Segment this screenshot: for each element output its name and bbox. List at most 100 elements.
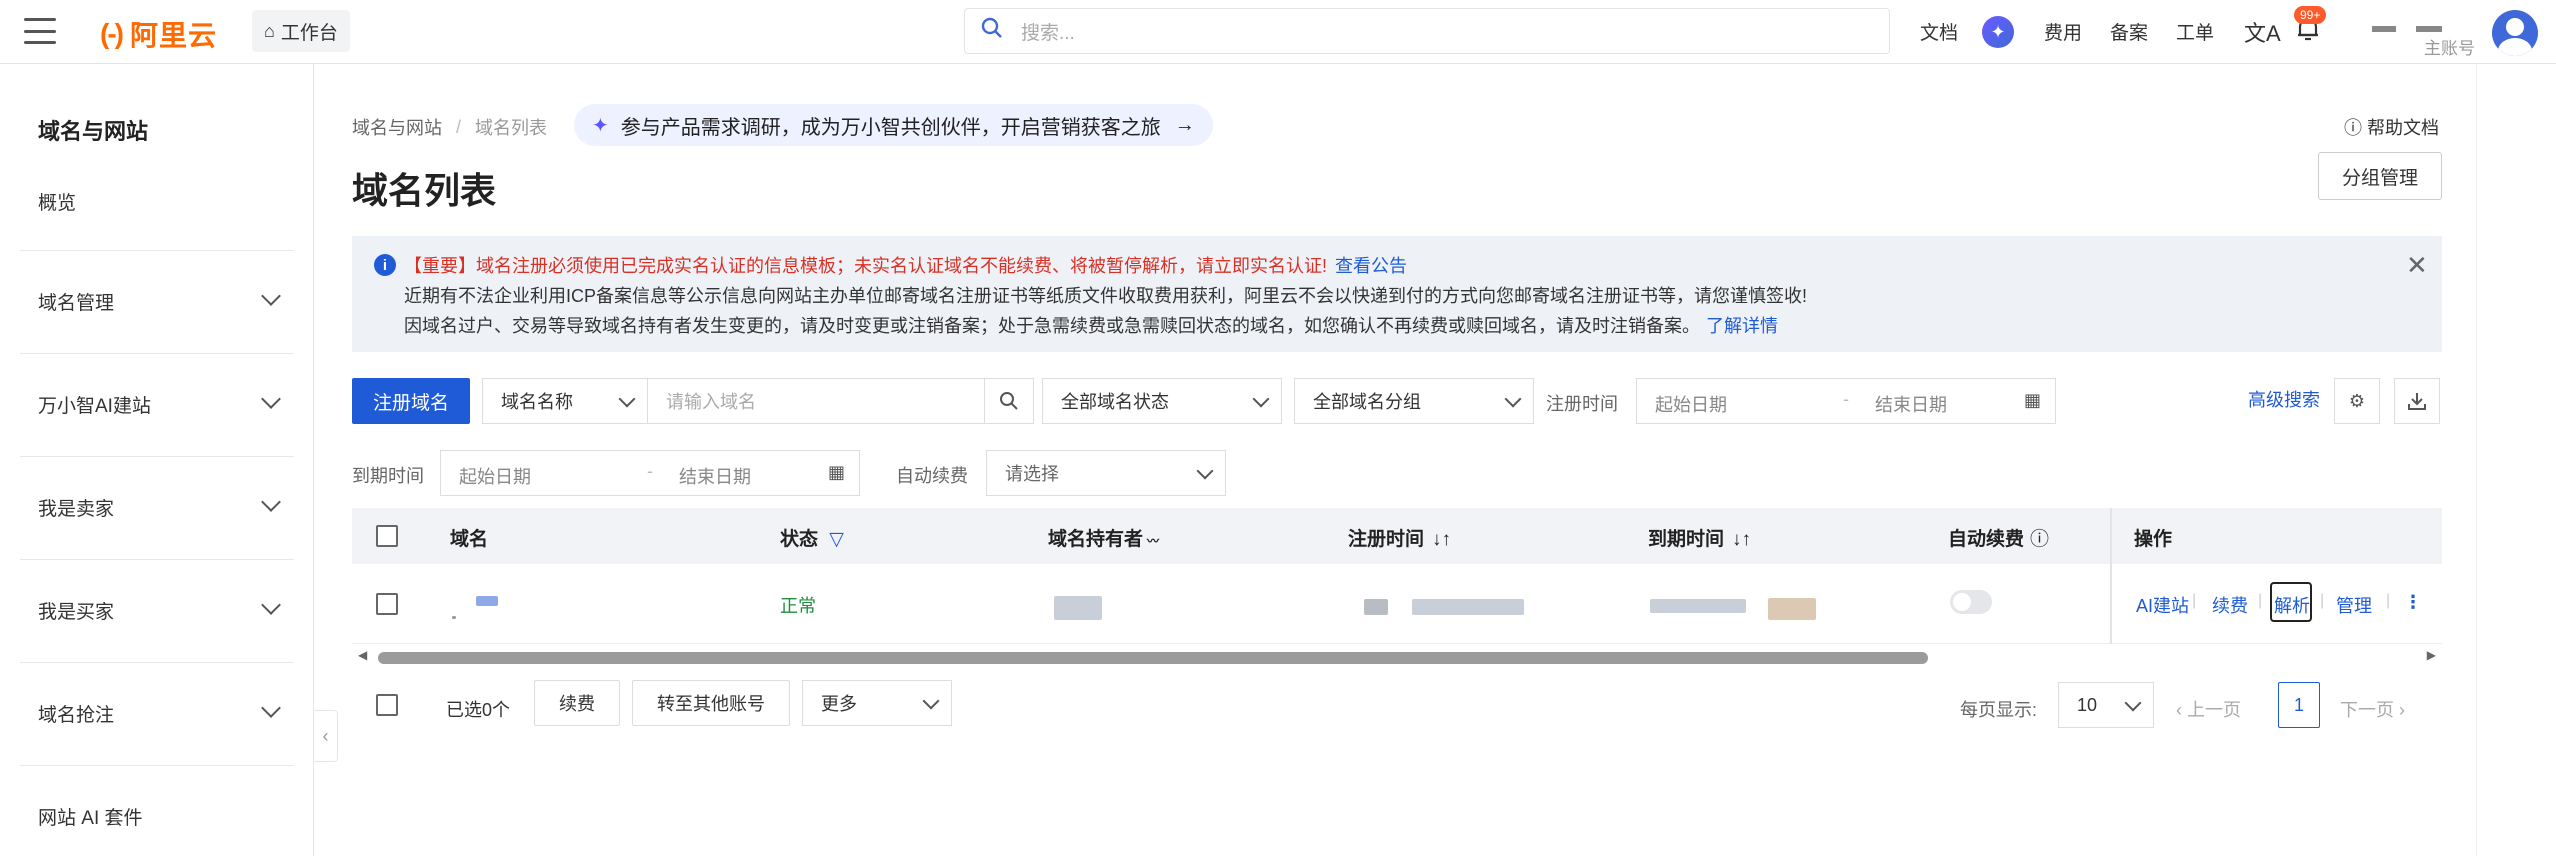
sidebar: 域名与网站 概览 域名管理 万小智AI建站 我是卖家 我是买家 域名抢注 网站 … bbox=[0, 64, 314, 856]
advanced-search-link[interactable]: 高级搜索 bbox=[2248, 386, 2320, 412]
promo-banner[interactable]: ✦ 参与产品需求调研，成为万小智共创伙伴，开启营销获客之旅 → bbox=[574, 104, 1213, 146]
search-field-select[interactable]: 域名名称 bbox=[482, 378, 648, 424]
redacted-domain[interactable] bbox=[476, 596, 498, 606]
chevron-down-icon bbox=[1504, 390, 1522, 408]
redacted-holder bbox=[1054, 596, 1102, 620]
sort-icon[interactable]: ↓↑ bbox=[1432, 529, 1451, 550]
sort-icon[interactable]: ↓↑ bbox=[1732, 529, 1751, 550]
aliyun-logo[interactable]: (-) 阿里云 bbox=[100, 14, 217, 54]
sidebar-item-label: 我是买家 bbox=[38, 602, 115, 623]
dns-resolve-link[interactable]: 解析 bbox=[2274, 592, 2310, 618]
notice-important: 【重要】域名注册必须使用已完成实名认证的信息模板；未实名认证域名不能续费、将被暂… bbox=[404, 252, 1407, 278]
ai-assistant-icon[interactable]: ✦ bbox=[1982, 16, 2014, 48]
ai-site-link[interactable]: AI建站 bbox=[2136, 592, 2189, 618]
nav-billing[interactable]: 费用 bbox=[2044, 18, 2082, 45]
auto-renew-label: 自动续费 bbox=[896, 466, 968, 486]
column-status-label: 状态 bbox=[780, 529, 819, 550]
select-all-checkbox[interactable] bbox=[376, 525, 398, 547]
redacted-bar bbox=[2416, 26, 2442, 32]
action-separator: | bbox=[2192, 592, 2197, 609]
redacted-bar bbox=[2372, 26, 2396, 32]
chevron-down-icon bbox=[261, 698, 281, 718]
group-manage-button[interactable]: 分组管理 bbox=[2318, 152, 2442, 200]
auto-renew-toggle[interactable] bbox=[1950, 590, 1992, 614]
status-select[interactable]: 全部域名状态 bbox=[1042, 378, 1282, 424]
sidebar-item-label: 域名管理 bbox=[38, 293, 115, 314]
workbench-button[interactable]: ⌂ 工作台 bbox=[252, 10, 350, 52]
download-icon[interactable] bbox=[2394, 378, 2440, 424]
manage-link[interactable]: 管理 bbox=[2336, 592, 2372, 618]
search-field-value: 域名名称 bbox=[501, 392, 573, 412]
page-number-current[interactable]: 1 bbox=[2278, 682, 2320, 728]
language-icon[interactable]: 文A bbox=[2244, 16, 2281, 48]
footer-select-all-checkbox[interactable] bbox=[376, 694, 398, 716]
sidebar-item-buyer[interactable]: 我是买家 bbox=[20, 559, 294, 661]
domain-search-input[interactable]: 请输入域名 bbox=[647, 378, 985, 424]
sidebar-item-ai-suite[interactable]: 网站 AI 套件 bbox=[20, 765, 294, 856]
scroll-right-icon[interactable]: ▶ bbox=[2427, 648, 2436, 662]
sidebar-item-domain-manage[interactable]: 域名管理 bbox=[20, 250, 294, 352]
column-auto-renew: 自动续费 ⓘ bbox=[1948, 524, 2049, 551]
menu-icon[interactable] bbox=[24, 18, 56, 44]
search-placeholder: 搜索... bbox=[1021, 22, 1075, 44]
close-icon[interactable]: ✕ bbox=[2406, 250, 2428, 281]
chevron-down-icon bbox=[618, 390, 636, 408]
per-page-select[interactable]: 10 bbox=[2058, 682, 2154, 728]
sidebar-item-ai-site[interactable]: 万小智AI建站 bbox=[20, 353, 294, 455]
avatar[interactable] bbox=[2492, 10, 2538, 56]
nav-docs[interactable]: 文档 bbox=[1920, 18, 1958, 45]
action-separator: | bbox=[2258, 592, 2263, 609]
filter-icon[interactable]: ▽ bbox=[829, 529, 844, 550]
scroll-left-icon[interactable]: ◀ bbox=[358, 648, 367, 662]
prev-page-button[interactable]: ‹ 上一页 bbox=[2176, 696, 2241, 722]
sidebar-collapse-handle[interactable]: ‹ bbox=[314, 710, 338, 762]
next-page-button[interactable]: 下一页 › bbox=[2340, 696, 2405, 722]
help-doc-link[interactable]: ⓘ 帮助文档 bbox=[2344, 114, 2439, 140]
top-bar: (-) 阿里云 ⌂ 工作台 搜索... 文档 ✦ 费用 备案 工单 文A 99+… bbox=[0, 0, 2556, 64]
breadcrumb: 域名与网站 / 域名列表 bbox=[352, 114, 547, 140]
notice-details-link[interactable]: 了解详情 bbox=[1706, 316, 1778, 336]
breadcrumb-link[interactable]: 域名与网站 bbox=[352, 114, 442, 140]
sidebar-item-backorder[interactable]: 域名抢注 bbox=[20, 662, 294, 764]
reg-date-range[interactable]: 起始日期 - 结束日期 ▦ bbox=[1636, 378, 2056, 424]
chevron-down-icon bbox=[922, 692, 940, 710]
group-select[interactable]: 全部域名分组 bbox=[1294, 378, 1534, 424]
scrollbar-thumb[interactable] bbox=[378, 652, 1928, 664]
sidebar-item-label: 我是卖家 bbox=[38, 499, 115, 520]
notice-announcement-link[interactable]: 查看公告 bbox=[1335, 256, 1407, 276]
row-checkbox[interactable] bbox=[376, 593, 398, 615]
nav-tickets[interactable]: 工单 bbox=[2176, 18, 2214, 45]
renew-link[interactable]: 续费 bbox=[2212, 592, 2248, 618]
sidebar-item-label: 域名抢注 bbox=[38, 705, 115, 726]
brand-name: 阿里云 bbox=[129, 20, 217, 51]
action-separator: | bbox=[2386, 592, 2391, 609]
settings-icon[interactable]: ⚙ bbox=[2334, 378, 2380, 424]
register-domain-button[interactable]: 注册域名 bbox=[352, 378, 470, 424]
action-separator: | bbox=[2320, 592, 2325, 609]
more-select[interactable]: 更多 bbox=[802, 680, 952, 726]
horizontal-scrollbar[interactable]: ◀ ▶ bbox=[352, 646, 2442, 668]
column-expire-time-label: 到期时间 bbox=[1648, 529, 1725, 550]
column-expire-time[interactable]: 到期时间 ↓↑ bbox=[1648, 524, 1751, 551]
brand-mark: (-) bbox=[100, 18, 124, 49]
transfer-account-button[interactable]: 转至其他账号 bbox=[632, 680, 790, 726]
column-status[interactable]: 状态 ▽ bbox=[780, 524, 844, 551]
more-actions-icon[interactable]: ⋮ bbox=[2404, 592, 2422, 613]
sparkle-icon: ✦ bbox=[592, 114, 609, 137]
nav-icp[interactable]: 备案 bbox=[2110, 18, 2148, 45]
sidebar-item-label: 网站 AI 套件 bbox=[38, 808, 143, 829]
column-holder: 域名持有者〰 bbox=[1048, 524, 1159, 551]
table-header: 域名 状态 ▽ 域名持有者〰 注册时间 ↓↑ 到期时间 ↓↑ 自动续费 ⓘ 操作 bbox=[352, 508, 2442, 564]
page-title: 域名列表 bbox=[352, 170, 497, 211]
sidebar-item-seller[interactable]: 我是卖家 bbox=[20, 456, 294, 558]
expire-date-range[interactable]: 起始日期 - 结束日期 ▦ bbox=[440, 450, 860, 496]
global-search-input[interactable]: 搜索... bbox=[964, 8, 1890, 54]
column-reg-time[interactable]: 注册时间 ↓↑ bbox=[1348, 524, 1451, 551]
search-icon[interactable] bbox=[984, 378, 1034, 424]
auto-renew-select[interactable]: 请选择 bbox=[986, 450, 1226, 496]
help-icon[interactable]: ⓘ bbox=[2030, 529, 2049, 550]
batch-renew-button[interactable]: 续费 bbox=[534, 680, 620, 726]
domain-search-placeholder: 请输入域名 bbox=[666, 392, 756, 412]
sidebar-item-overview[interactable]: 概览 bbox=[38, 188, 76, 215]
home-icon: ⌂ bbox=[264, 20, 275, 41]
